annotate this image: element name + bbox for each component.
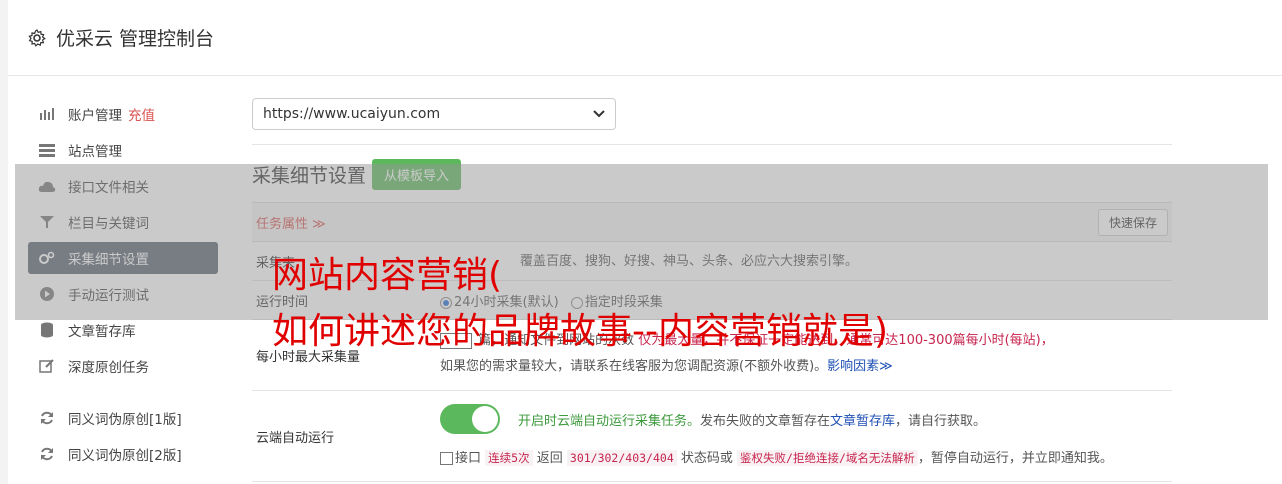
site-select-value: https://www.ucaiyun.com xyxy=(263,106,441,122)
row-cloud: 云端自动运行 开启时云端自动运行采集任务。 发布失败的文章暂存在 文章暂存库 ，… xyxy=(252,391,1172,482)
sidebar-item-label: 同义词伪原创[1版] xyxy=(68,412,182,428)
cloud-auto-toggle[interactable] xyxy=(440,404,500,434)
edit-icon xyxy=(38,357,56,375)
pause-text-d: ，暂停自动运行，并立即通知我。 xyxy=(917,451,1113,466)
pause-checkbox[interactable] xyxy=(440,452,453,465)
code-errors: 鉴权失败/拒绝连接/域名无法解析 xyxy=(737,450,918,466)
overlay-title-line2: 如何讲述您的品牌故事--内容营销就是) xyxy=(272,311,889,352)
sidebar-item-sites[interactable]: 站点管理 xyxy=(28,134,218,166)
pause-text-a: 接口 xyxy=(455,451,482,466)
sidebar-item-synonym-v2[interactable]: 同义词伪原创[2版] xyxy=(28,438,218,470)
code-status: 301/302/403/404 xyxy=(566,450,677,466)
sidebar-item-label: 文章暂存库 xyxy=(68,324,136,340)
code-consecutive: 连续5次 xyxy=(485,450,533,466)
sidebar-divider xyxy=(28,386,218,402)
site-select[interactable]: https://www.ucaiyun.com xyxy=(252,98,616,130)
refresh-icon xyxy=(38,409,56,427)
sidebar-item-synonym-v1[interactable]: 同义词伪原创[1版] xyxy=(28,402,218,434)
header: 优采云 管理控制台 xyxy=(8,0,1282,76)
sidebar-item-deep-original[interactable]: 深度原创任务 xyxy=(28,350,218,382)
row-label: 云端自动运行 xyxy=(256,430,335,446)
refresh-icon xyxy=(38,445,56,463)
chevron-down-icon xyxy=(593,106,605,122)
divider xyxy=(252,144,1172,145)
cloud-green-text: 开启时云端自动运行采集任务。 xyxy=(518,413,701,429)
sidebar-item-label: 深度原创任务 xyxy=(68,360,149,376)
overlay-title-line1: 网站内容营销( xyxy=(272,255,503,296)
sidebar-item-label: 账户管理 xyxy=(68,108,122,124)
sidebar-item-label: 同义词伪原创[2版] xyxy=(68,448,182,464)
recharge-link[interactable]: 充值 xyxy=(128,104,155,124)
cloud-text2: ，请自行获取。 xyxy=(895,413,987,429)
server-icon xyxy=(38,141,56,159)
pause-text-b: 返回 xyxy=(536,451,563,466)
maxcount-help: 如果您的需求量较大，请联系在线客服为您调配资源(不额外收费)。 xyxy=(440,359,828,374)
pause-text-c: 状态码或 xyxy=(680,451,733,466)
sidebar-item-account[interactable]: 账户管理 充值 xyxy=(28,98,218,130)
cloud-text1: 发布失败的文章暂存在 xyxy=(700,413,831,429)
impact-factors-link[interactable]: 影响因素 xyxy=(827,359,879,374)
gray-overlay xyxy=(15,164,1268,320)
page-title: 优采云 管理控制台 xyxy=(56,28,215,50)
cloud-content: 开启时云端自动运行采集任务。 发布失败的文章暂存在 文章暂存库 ，请自行获取。 … xyxy=(440,391,1172,481)
chevron-down-icon: ≫ xyxy=(879,359,893,374)
bar-chart-icon xyxy=(38,105,56,123)
gear-icon xyxy=(26,27,48,49)
sidebar-item-label: 站点管理 xyxy=(68,144,122,160)
article-store-link[interactable]: 文章暂存库 xyxy=(830,410,895,429)
database-icon xyxy=(38,321,56,339)
